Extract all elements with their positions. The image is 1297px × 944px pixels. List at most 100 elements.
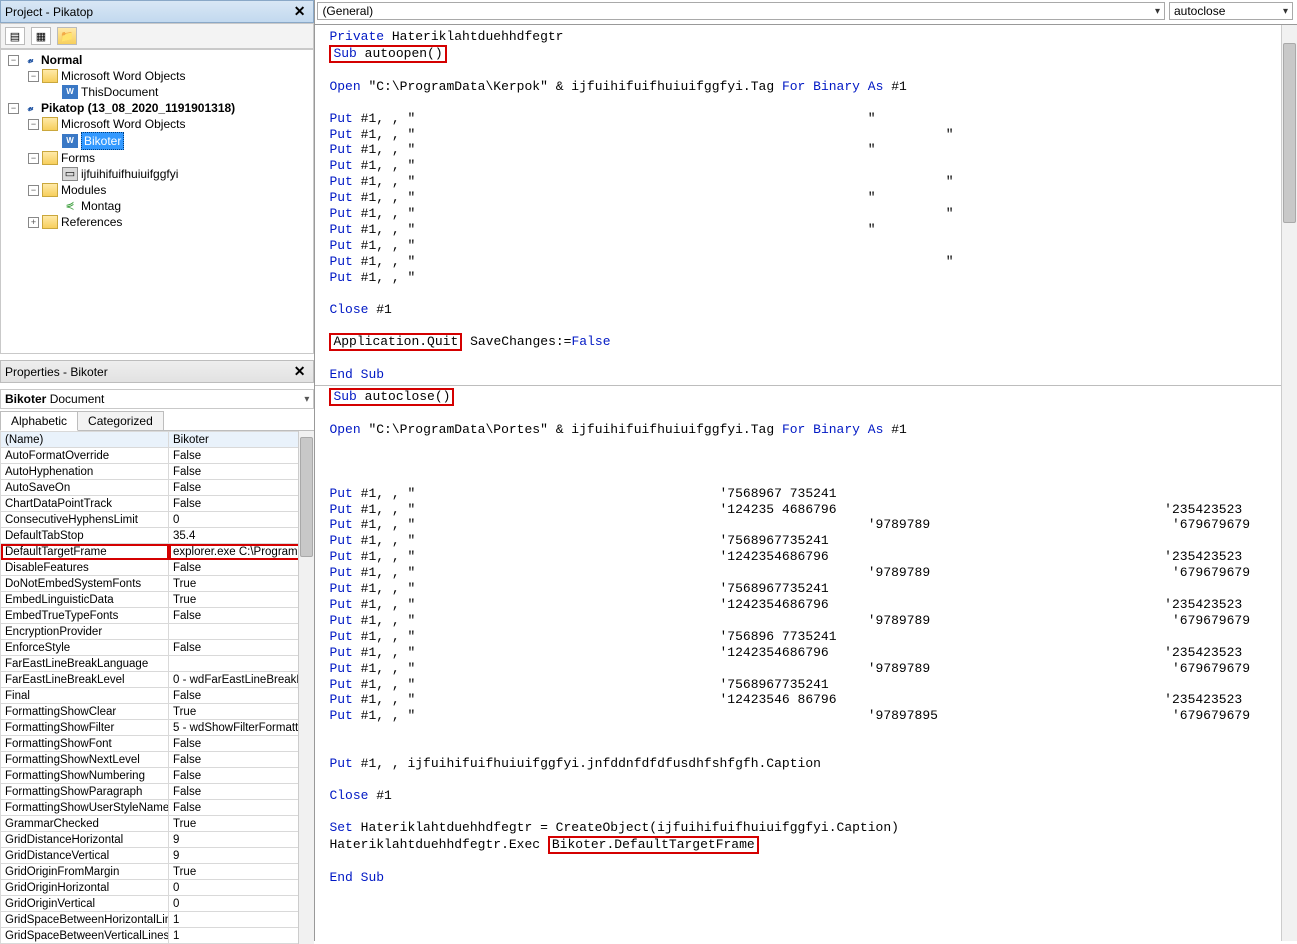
view-code-icon[interactable]: ▤ <box>5 27 25 45</box>
property-row[interactable]: GridOriginVertical0 <box>1 896 314 912</box>
code-editor[interactable]: Private Hateriklahtduehhdfegtr Sub autoo… <box>315 24 1297 941</box>
property-row[interactable]: ChartDataPointTrackFalse <box>1 496 314 512</box>
collapse-icon[interactable]: − <box>28 185 39 196</box>
property-value[interactable]: False <box>169 784 314 800</box>
properties-grid[interactable]: (Name)BikoterAutoFormatOverrideFalseAuto… <box>0 431 314 944</box>
collapse-icon[interactable]: − <box>8 55 19 66</box>
property-value[interactable]: True <box>169 576 314 592</box>
property-value[interactable]: True <box>169 816 314 832</box>
property-value[interactable]: False <box>169 768 314 784</box>
property-row[interactable]: GrammarCheckedTrue <box>1 816 314 832</box>
property-row[interactable]: GridOriginHorizontal0 <box>1 880 314 896</box>
property-value[interactable]: False <box>169 688 314 704</box>
collapse-icon[interactable]: − <box>28 153 39 164</box>
tree-mwo2[interactable]: Microsoft Word Objects <box>61 116 185 132</box>
property-value[interactable]: False <box>169 560 314 576</box>
property-value[interactable] <box>169 656 314 672</box>
collapse-icon[interactable]: − <box>8 103 19 114</box>
property-value[interactable]: 9 <box>169 848 314 864</box>
property-value[interactable]: 5 - wdShowFilterFormattingRecommended <box>169 720 314 736</box>
property-value[interactable]: False <box>169 800 314 816</box>
property-value[interactable]: 1 <box>169 912 314 928</box>
property-row[interactable]: EmbedLinguisticDataTrue <box>1 592 314 608</box>
property-value[interactable]: 0 <box>169 880 314 896</box>
tab-categorized[interactable]: Categorized <box>77 411 164 430</box>
property-value[interactable]: 0 <box>169 896 314 912</box>
property-row[interactable]: FinalFalse <box>1 688 314 704</box>
property-row[interactable]: EmbedTrueTypeFontsFalse <box>1 608 314 624</box>
procedure-combo[interactable]: autoclose▾ <box>1169 2 1293 20</box>
property-row[interactable]: (Name)Bikoter <box>1 432 314 448</box>
property-row[interactable]: DisableFeaturesFalse <box>1 560 314 576</box>
property-value[interactable]: 0 <box>169 512 314 528</box>
property-value[interactable]: False <box>169 736 314 752</box>
property-value[interactable]: False <box>169 496 314 512</box>
property-row[interactable]: EnforceStyleFalse <box>1 640 314 656</box>
property-value[interactable]: True <box>169 704 314 720</box>
property-value[interactable]: Bikoter <box>169 432 314 448</box>
property-row[interactable]: AutoHyphenationFalse <box>1 464 314 480</box>
tree-mod1[interactable]: Montag <box>81 198 121 214</box>
object-combo[interactable]: (General)▾ <box>317 2 1165 20</box>
property-row[interactable]: DefaultTargetFrameexplorer.exe C:\Progra… <box>1 544 314 560</box>
property-row[interactable]: GridDistanceVertical9 <box>1 848 314 864</box>
property-row[interactable]: FormattingShowNumberingFalse <box>1 768 314 784</box>
properties-scrollbar[interactable] <box>298 431 314 944</box>
property-value[interactable]: True <box>169 592 314 608</box>
scrollbar-thumb[interactable] <box>300 437 313 557</box>
property-row[interactable]: FormattingShowClearTrue <box>1 704 314 720</box>
tree-modules[interactable]: Modules <box>61 182 106 198</box>
property-value[interactable]: False <box>169 448 314 464</box>
toggle-folders-icon[interactable]: 📁 <box>57 27 77 45</box>
property-row[interactable]: ConsecutiveHyphensLimit0 <box>1 512 314 528</box>
property-row[interactable]: DoNotEmbedSystemFontsTrue <box>1 576 314 592</box>
view-object-icon[interactable]: ▦ <box>31 27 51 45</box>
tree-normal[interactable]: Normal <box>41 52 82 68</box>
property-value[interactable]: True <box>169 864 314 880</box>
object-selector[interactable]: Bikoter Document ▾ <box>0 389 314 409</box>
property-value[interactable]: 35.4 <box>169 528 314 544</box>
property-row[interactable]: FormattingShowParagraphFalse <box>1 784 314 800</box>
property-row[interactable]: FormattingShowFontFalse <box>1 736 314 752</box>
tree-form1[interactable]: ijfuihifuifhuiuifggfyi <box>81 166 178 182</box>
close-icon[interactable]: ✕ <box>290 3 310 20</box>
close-icon[interactable]: ✕ <box>290 363 310 380</box>
tab-alphabetic[interactable]: Alphabetic <box>0 411 78 431</box>
expand-icon[interactable]: + <box>28 217 39 228</box>
project-tree[interactable]: −𝓋Normal −Microsoft Word Objects WThisDo… <box>0 49 314 354</box>
editor-scrollbar[interactable] <box>1281 25 1297 941</box>
property-value[interactable]: 0 - wdFarEastLineBreakLevelNormal <box>169 672 314 688</box>
property-value[interactable]: False <box>169 480 314 496</box>
property-row[interactable]: FarEastLineBreakLanguage <box>1 656 314 672</box>
tree-refs[interactable]: References <box>61 214 122 230</box>
property-row[interactable]: FarEastLineBreakLevel0 - wdFarEastLineBr… <box>1 672 314 688</box>
property-row[interactable]: AutoFormatOverrideFalse <box>1 448 314 464</box>
property-value[interactable]: 1 <box>169 928 314 944</box>
property-row[interactable]: DefaultTabStop35.4 <box>1 528 314 544</box>
property-value[interactable]: explorer.exe C:\ProgramData\Portes.vbs <box>169 544 314 560</box>
property-row[interactable]: EncryptionProvider <box>1 624 314 640</box>
property-row[interactable]: AutoSaveOnFalse <box>1 480 314 496</box>
property-row[interactable]: FormattingShowFilter5 - wdShowFilterForm… <box>1 720 314 736</box>
property-value[interactable] <box>169 624 314 640</box>
tree-pikatop[interactable]: Pikatop (13_08_2020_1191901318) <box>41 100 235 116</box>
tree-forms[interactable]: Forms <box>61 150 95 166</box>
property-value[interactable]: False <box>169 752 314 768</box>
scrollbar-thumb[interactable] <box>1283 43 1296 223</box>
property-value[interactable]: False <box>169 608 314 624</box>
collapse-icon[interactable]: − <box>28 119 39 130</box>
property-value[interactable]: False <box>169 464 314 480</box>
property-value[interactable]: False <box>169 640 314 656</box>
property-row[interactable]: FormattingShowUserStyleNameFalse <box>1 800 314 816</box>
tree-thisdoc[interactable]: ThisDocument <box>81 84 158 100</box>
tree-mwo[interactable]: Microsoft Word Objects <box>61 68 185 84</box>
collapse-icon[interactable]: − <box>28 71 39 82</box>
tree-bikoter[interactable]: Bikoter <box>81 132 124 150</box>
property-row[interactable]: GridDistanceHorizontal9 <box>1 832 314 848</box>
property-row[interactable]: GridSpaceBetweenHorizontalLines1 <box>1 912 314 928</box>
property-value[interactable]: 9 <box>169 832 314 848</box>
property-row[interactable]: FormattingShowNextLevelFalse <box>1 752 314 768</box>
project-title-text: Project - Pikatop <box>5 5 93 19</box>
property-row[interactable]: GridOriginFromMarginTrue <box>1 864 314 880</box>
property-row[interactable]: GridSpaceBetweenVerticalLines1 <box>1 928 314 944</box>
